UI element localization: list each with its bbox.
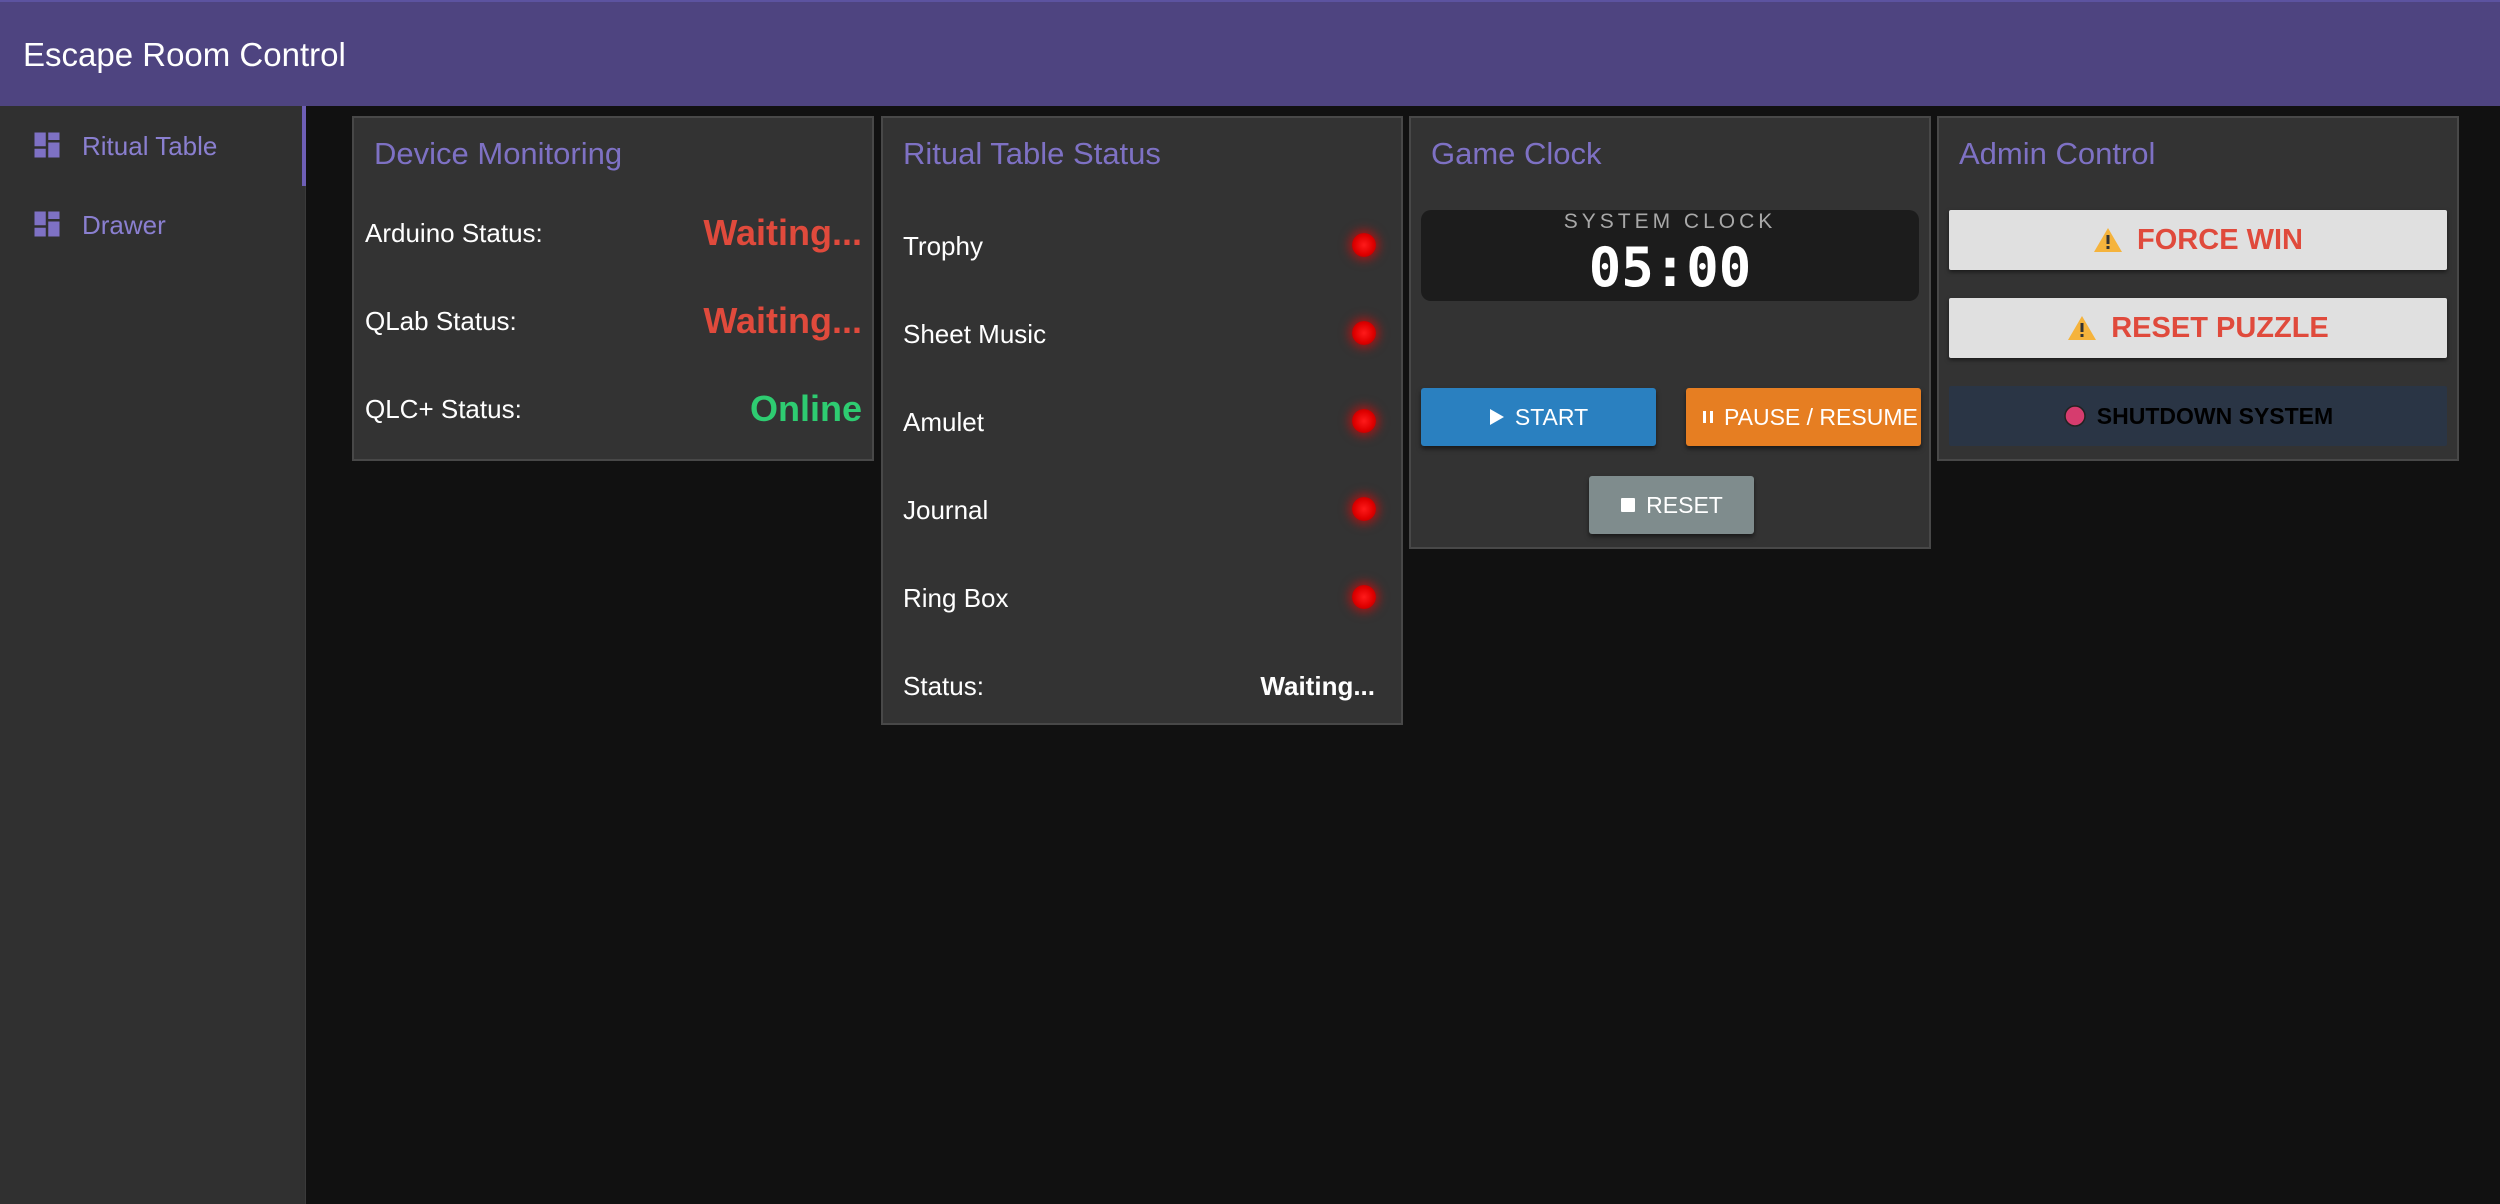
- status-indicator-ring-box: [1352, 585, 1376, 609]
- app-title: Escape Room Control: [23, 36, 346, 73]
- arduino-status-label: Arduino Status:: [365, 218, 543, 248]
- qlab-status-label: QLab Status:: [365, 306, 517, 336]
- pause-resume-label: PAUSE / RESUME: [1724, 403, 1918, 430]
- shutdown-system-label: SHUTDOWN SYSTEM: [2096, 402, 2334, 429]
- qlc-status-value: Online: [749, 388, 862, 429]
- panel-title: Admin Control: [1959, 136, 2156, 171]
- qlc-status-label: QLC+ Status:: [365, 394, 522, 424]
- force-win-label: FORCE WIN: [2137, 223, 2303, 256]
- sidebar-item-drawer[interactable]: Drawer: [0, 185, 306, 265]
- item-label-trophy: Trophy: [903, 231, 983, 261]
- overall-status-value: Waiting...: [1260, 671, 1375, 701]
- power-icon: [2063, 404, 2087, 428]
- reset-clock-button[interactable]: RESET: [1589, 476, 1754, 534]
- dashboard-icon: [34, 211, 60, 237]
- clock-caption: SYSTEM CLOCK: [1563, 210, 1777, 233]
- panel-title: Game Clock: [1431, 136, 1602, 171]
- device-monitoring-panel: Device Monitoring Arduino Status: Waitin…: [352, 116, 874, 461]
- sidebar-item-label: Drawer: [82, 209, 166, 240]
- admin-control-panel: Admin Control FORCE WIN RESET PUZZLE SHU…: [1937, 116, 2459, 461]
- shutdown-system-button[interactable]: SHUTDOWN SYSTEM: [1949, 386, 2447, 446]
- item-label-amulet: Amulet: [903, 407, 984, 437]
- item-label-ring-box: Ring Box: [903, 583, 1009, 613]
- stop-icon: [1620, 497, 1636, 513]
- warning-icon: [2067, 315, 2097, 341]
- clock-time: 05:00: [1588, 236, 1752, 299]
- game-clock-panel: Game Clock SYSTEM CLOCK 05:00 START PAUS…: [1409, 116, 1931, 549]
- ritual-table-status-panel: Ritual Table Status Trophy Sheet Music A…: [881, 116, 1403, 725]
- arduino-status-value: Waiting...: [703, 212, 862, 253]
- force-win-button[interactable]: FORCE WIN: [1949, 210, 2447, 270]
- warning-icon: [2093, 227, 2123, 253]
- reset-clock-label: RESET: [1646, 491, 1723, 518]
- overall-status-label: Status:: [903, 671, 984, 701]
- pause-icon: [1702, 409, 1714, 425]
- reset-puzzle-button[interactable]: RESET PUZZLE: [1949, 298, 2447, 358]
- status-indicator-sheet-music: [1352, 321, 1376, 345]
- start-label: START: [1514, 403, 1589, 430]
- qlab-status-value: Waiting...: [703, 300, 862, 341]
- reset-puzzle-label: RESET PUZZLE: [2111, 311, 2329, 344]
- top-app-bar: Escape Room Control: [0, 0, 2500, 106]
- play-icon: [1489, 408, 1505, 426]
- item-label-journal: Journal: [903, 495, 989, 525]
- sidebar: Ritual Table Drawer: [0, 106, 306, 1204]
- status-indicator-trophy: [1352, 233, 1376, 257]
- sidebar-item-label: Ritual Table: [82, 130, 218, 161]
- panel-title: Device Monitoring: [374, 136, 623, 171]
- status-indicator-journal: [1352, 497, 1376, 521]
- panel-title: Ritual Table Status: [903, 136, 1161, 171]
- start-button[interactable]: START: [1421, 388, 1656, 446]
- item-label-sheet-music: Sheet Music: [903, 319, 1047, 349]
- clock-display: SYSTEM CLOCK 05:00: [1421, 210, 1919, 301]
- sidebar-item-ritual-table[interactable]: Ritual Table: [0, 106, 306, 186]
- dashboard-icon: [34, 132, 60, 158]
- status-indicator-amulet: [1352, 409, 1376, 433]
- pause-resume-button[interactable]: PAUSE / RESUME: [1686, 388, 1921, 446]
